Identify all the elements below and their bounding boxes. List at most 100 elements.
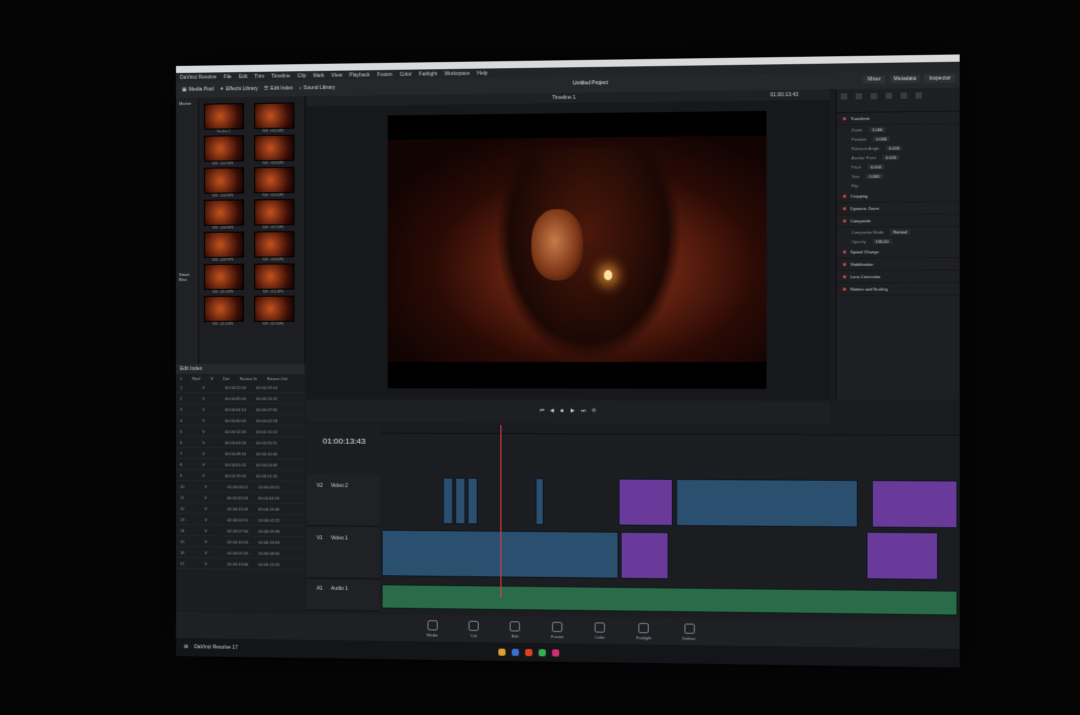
media-clip[interactable]: IMG_0105.MP4 — [254, 167, 292, 196]
section-dynamic-zoom[interactable]: Dynamic Zoom — [837, 202, 960, 215]
page-tab-fusion[interactable]: Fusion — [551, 617, 563, 644]
transform-value[interactable]: 0.000 — [873, 136, 890, 141]
timeline-clip[interactable] — [676, 479, 858, 528]
video-tab-icon[interactable] — [841, 93, 847, 99]
table-row[interactable]: 4 V 00:00:00:00 00:00:02:18 — [176, 415, 305, 426]
section-retime-scaling[interactable]: Retime and Scaling — [837, 283, 960, 296]
media-clip[interactable]: IMG_0103.MP4 — [254, 135, 292, 165]
column-header[interactable]: Source In — [240, 376, 257, 381]
media-clip[interactable]: IMG_0101.MP4 — [254, 103, 292, 133]
section-lens-correction[interactable]: Lens Correction — [837, 271, 960, 284]
media-clip[interactable]: IMG_0106.MP4 — [204, 199, 242, 228]
column-header[interactable]: Reel — [192, 376, 200, 381]
transform-value[interactable]: 0.000 — [866, 174, 883, 179]
table-row[interactable]: 2 V 00:00:09:00 00:00:13:22 — [176, 393, 305, 404]
media-clip[interactable]: Timeline 1 — [204, 103, 242, 133]
app-icon[interactable] — [538, 649, 545, 656]
media-clip[interactable]: IMG_0110.MP4 — [204, 264, 242, 293]
menu-item[interactable]: File — [224, 74, 232, 80]
bin-smart-bins[interactable]: Smart Bins — [176, 269, 198, 285]
section-speed-change[interactable]: Speed Change — [837, 246, 960, 259]
page-tab-fairlight[interactable]: Fairlight — [636, 618, 651, 645]
transform-value[interactable]: 0.000 — [886, 145, 903, 150]
menu-item[interactable]: Fairlight — [419, 71, 437, 77]
media-clip[interactable]: IMG_0107.MP4 — [254, 199, 292, 228]
file-tab-icon[interactable] — [916, 92, 922, 98]
composite-mode-select[interactable]: Normal — [890, 229, 910, 234]
timeline-clip[interactable] — [866, 532, 938, 580]
timeline-clip[interactable] — [619, 479, 673, 526]
menu-item[interactable]: Workspace — [444, 70, 470, 76]
table-row[interactable]: 7 V 00:00:08:16 00:00:10:00 — [176, 448, 305, 460]
media-clip[interactable]: IMG_0108.MP4 — [204, 232, 242, 261]
audio-clip[interactable] — [382, 584, 958, 615]
media-clip[interactable]: IMG_0104.MP4 — [204, 167, 242, 196]
image-tab-icon[interactable] — [901, 93, 907, 99]
metadata-tab[interactable]: Metadata — [889, 75, 920, 84]
transform-value[interactable]: 0.000 — [882, 155, 899, 160]
page-tab-media[interactable]: Media — [427, 615, 438, 641]
stop-icon[interactable]: ■ — [560, 408, 563, 414]
table-row[interactable]: 9 V 00:00:19:00 00:00:21:20 — [176, 470, 305, 482]
table-row[interactable]: 5 V 00:00:12:20 00:00:15:12 — [176, 426, 305, 437]
timeline-name[interactable]: Timeline 1 — [552, 95, 576, 101]
menu-item[interactable]: Edit — [239, 73, 248, 79]
menu-item[interactable]: Trim — [254, 73, 264, 79]
menu-item[interactable]: Playback — [349, 72, 370, 78]
timeline-ruler[interactable] — [382, 425, 960, 436]
section-cropping[interactable]: Cropping — [837, 190, 960, 203]
skip-forward-icon[interactable]: ⏭ — [581, 408, 586, 414]
column-header[interactable]: Source Out — [267, 376, 287, 381]
menu-item[interactable]: Mark — [313, 72, 324, 78]
section-composite[interactable]: Composite — [837, 214, 960, 227]
table-row[interactable]: 10 V 00:00:06:12 00:00:09:01 — [176, 481, 305, 493]
play-icon[interactable]: ▶ — [571, 408, 575, 414]
transform-value[interactable]: 1.000 — [869, 127, 886, 132]
timeline-clip[interactable] — [443, 478, 453, 525]
transition-tab-icon[interactable] — [886, 93, 892, 99]
table-row[interactable]: 17 V 00:00:13:00 00:00:14:20 — [176, 558, 305, 570]
timeline-clip[interactable] — [467, 478, 477, 525]
windows-start-icon[interactable]: ⊞ — [184, 644, 188, 650]
timeline-clip[interactable] — [455, 478, 465, 525]
column-header[interactable]: V — [210, 376, 213, 381]
app-icon[interactable] — [552, 649, 559, 656]
timeline-clip[interactable] — [535, 478, 543, 525]
table-row[interactable]: 3 V 00:00:04:10 00:00:07:05 — [176, 404, 305, 415]
page-tab-deliver[interactable]: Deliver — [683, 618, 696, 645]
inspector-tab[interactable]: Inspector — [925, 74, 956, 83]
bin-master[interactable]: Master — [176, 98, 198, 109]
section-stabilization[interactable]: Stabilization — [837, 258, 960, 271]
menu-item[interactable]: Help — [477, 70, 488, 76]
menu-item[interactable]: DaVinci Resolve — [180, 74, 217, 81]
timeline-clip[interactable] — [621, 532, 669, 580]
page-tab-cut[interactable]: Cut — [469, 616, 479, 643]
audio-tab-icon[interactable] — [856, 93, 862, 99]
app-icon[interactable] — [511, 648, 518, 655]
loop-icon[interactable]: ⟲ — [591, 408, 595, 414]
mixer-tab[interactable]: Mixer — [864, 75, 886, 84]
column-header[interactable]: Dur — [223, 376, 229, 381]
table-row[interactable]: 11 V 00:00:02:00 00:00:03:19 — [176, 492, 305, 504]
reverse-icon[interactable]: ◀ — [550, 408, 554, 414]
table-row[interactable]: 8 V 00:00:01:02 00:00:04:09 — [176, 459, 305, 471]
media-clip[interactable]: IMG_0113.MP4 — [254, 296, 292, 325]
timeline-clip[interactable] — [872, 480, 958, 528]
transform-value[interactable]: 0.000 — [867, 164, 884, 169]
app-icon[interactable] — [525, 648, 532, 655]
menu-item[interactable]: Clip — [297, 73, 306, 79]
sound-library-button[interactable]: ♪ Sound Library — [299, 85, 335, 92]
menu-item[interactable]: Timeline — [271, 73, 290, 79]
menu-item[interactable]: Color — [400, 71, 412, 77]
effects-library-button[interactable]: ✦ Effects Library — [220, 86, 258, 93]
media-clip[interactable]: IMG_0109.MP4 — [254, 231, 292, 260]
table-row[interactable]: 6 V 00:00:03:00 00:00:05:11 — [176, 437, 305, 449]
folder-icon[interactable] — [498, 648, 505, 655]
media-pool-button[interactable]: ▣ Media Pool — [182, 86, 214, 92]
opacity-field[interactable]: 100.00 — [872, 239, 891, 244]
effects-tab-icon[interactable] — [871, 93, 877, 99]
edit-index-button[interactable]: ☰ Edit Index — [264, 85, 293, 91]
page-tab-color[interactable]: Color — [595, 617, 605, 644]
table-row[interactable]: 1 V 00:00:22:00 00:00:29:10 — [176, 382, 305, 393]
menu-item[interactable]: View — [331, 72, 342, 78]
